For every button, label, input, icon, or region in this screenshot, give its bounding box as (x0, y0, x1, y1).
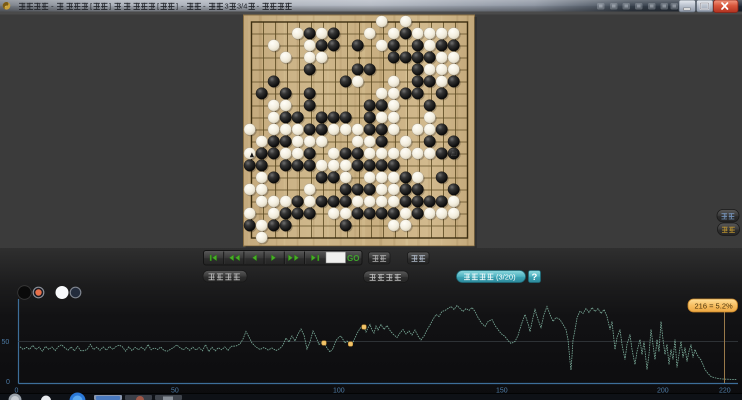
svg-text:(3/20): (3/20) (496, 273, 516, 282)
svg-text:50: 50 (2, 339, 10, 346)
svg-text:-: - (51, 2, 54, 11)
svg-text:216 = 5.2%: 216 = 5.2% (695, 302, 733, 311)
svg-text:-: - (203, 2, 206, 11)
svg-text:3/4: 3/4 (237, 2, 247, 11)
svg-text:3: 3 (225, 2, 229, 11)
svg-text:-: - (257, 2, 260, 11)
svg-text:-: - (181, 2, 184, 11)
svg-text:]: ] (109, 2, 111, 11)
svg-text:]: ] (176, 2, 178, 11)
svg-text:0: 0 (6, 379, 10, 386)
svg-text:?: ? (532, 272, 538, 283)
svg-text:GO: GO (347, 254, 359, 263)
